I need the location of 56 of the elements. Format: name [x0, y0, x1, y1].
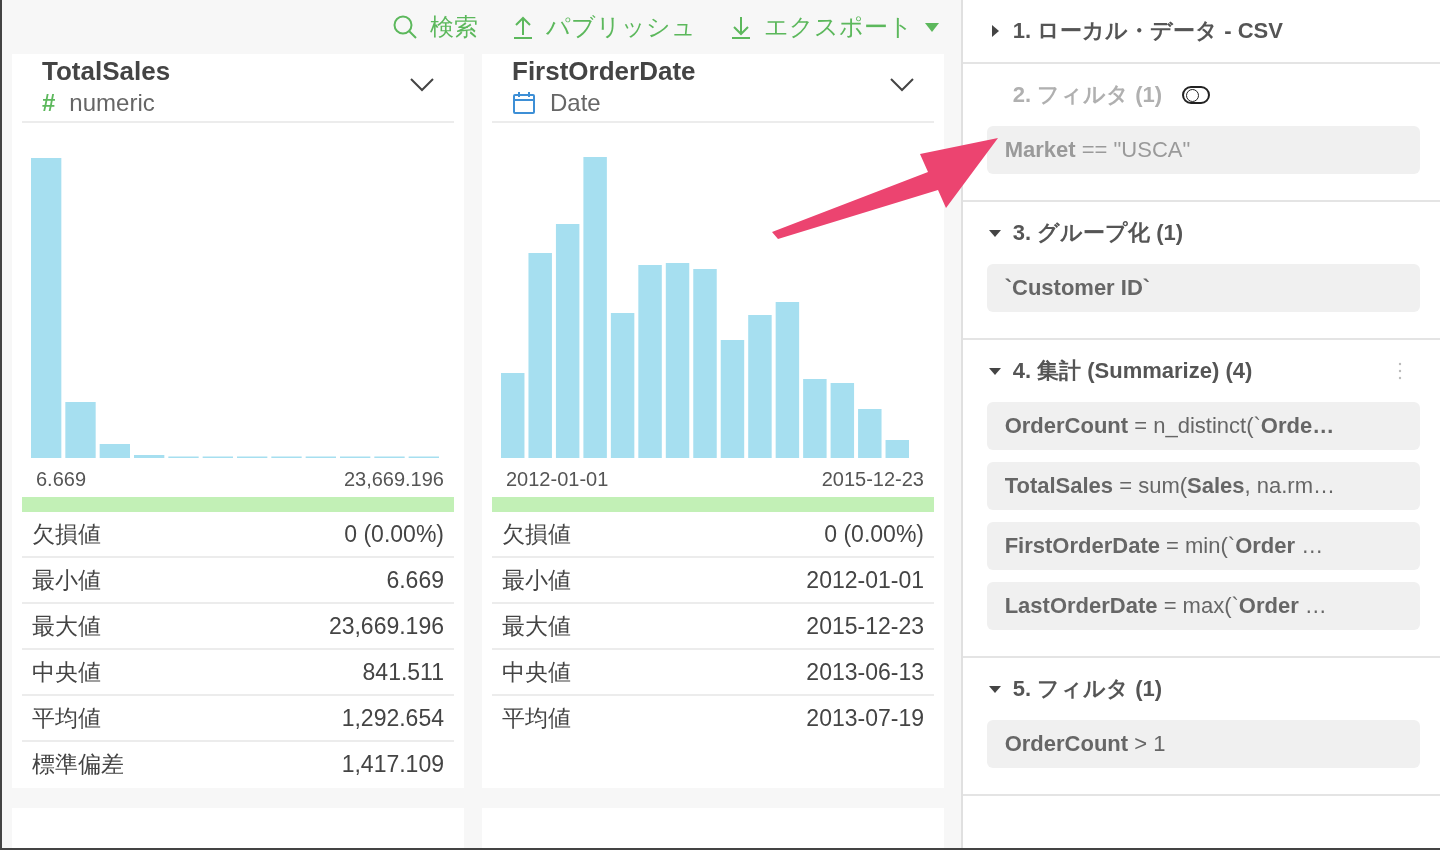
histogram-bar	[885, 440, 909, 458]
stat-label: 最大値	[32, 611, 101, 641]
caret-down-icon[interactable]	[988, 365, 1001, 377]
stat-value: 2015-12-23	[806, 612, 924, 640]
step-item[interactable]: OrderCount > 1	[986, 720, 1420, 768]
stat-label: 標準偏差	[32, 749, 124, 779]
stat-label: 最小値	[32, 565, 101, 595]
step-item[interactable]: `Customer ID`	[986, 264, 1420, 312]
stat-label: 中央値	[32, 657, 101, 687]
stat-label: 欠損値	[502, 519, 571, 549]
stat-value: 841.511	[362, 658, 444, 686]
step-title[interactable]: 4. 集計 (Summarize) (4)	[1012, 356, 1253, 386]
stat-value: 23,669.196	[328, 612, 444, 640]
step-title[interactable]: 1. ローカル・データ - CSV	[1012, 16, 1283, 46]
step-title[interactable]: 5. フィルタ (1)	[1012, 674, 1163, 704]
stat-label: 平均値	[502, 703, 571, 733]
stat-value: 2012-01-01	[806, 566, 924, 594]
upload-icon	[511, 15, 534, 39]
number-type-icon: #	[42, 89, 56, 117]
histogram-bar	[99, 444, 130, 458]
calendar-icon	[512, 91, 536, 115]
range-max: 2015-12-23	[821, 468, 924, 491]
caret-down-icon[interactable]	[988, 683, 1001, 695]
stat-label: 欠損値	[32, 519, 101, 549]
range-min: 2012-01-01	[506, 468, 609, 491]
caret-down-icon[interactable]	[988, 227, 1001, 239]
column-name: FirstOrderDate	[512, 56, 696, 87]
stat-value: 0 (0.00%)	[344, 520, 444, 548]
step-title[interactable]: 3. グループ化 (1)	[1012, 218, 1184, 248]
stat-value: 1,417.109	[341, 750, 444, 778]
caret-icon	[924, 22, 939, 32]
search-icon	[391, 14, 418, 40]
stat-value: 1,292.654	[341, 704, 444, 732]
download-icon	[729, 15, 752, 39]
histogram-bar	[858, 409, 882, 458]
stat-value: 2013-07-19	[806, 704, 924, 732]
column-name: TotalSales	[42, 56, 171, 87]
stat-value: 0 (0.00%)	[824, 520, 924, 548]
chevron-down-icon[interactable]	[410, 78, 434, 92]
stat-label: 最小値	[502, 565, 571, 595]
histogram-bar	[65, 402, 96, 458]
stat-value: 6.669	[386, 566, 444, 594]
step-item[interactable]: TotalSales = sum(Sales, na.rm…	[986, 462, 1420, 510]
range-max: 23,669.196	[343, 468, 444, 491]
histogram-bar	[134, 455, 165, 458]
column-type: Date	[550, 89, 601, 117]
column-type: numeric	[69, 89, 155, 117]
stat-label: 中央値	[502, 657, 571, 687]
step-item[interactable]: OrderCount = n_distinct(`Orde…	[986, 402, 1420, 450]
stat-value: 2013-06-13	[806, 658, 924, 686]
stat-label: 平均値	[32, 703, 101, 733]
range-min: 6.669	[36, 468, 87, 491]
step-item[interactable]: LastOrderDate = max(`Order …	[986, 582, 1420, 630]
stat-label: 最大値	[502, 611, 571, 641]
chevron-down-icon[interactable]	[890, 78, 914, 92]
step-item[interactable]: FirstOrderDate = min(`Order …	[986, 522, 1420, 570]
